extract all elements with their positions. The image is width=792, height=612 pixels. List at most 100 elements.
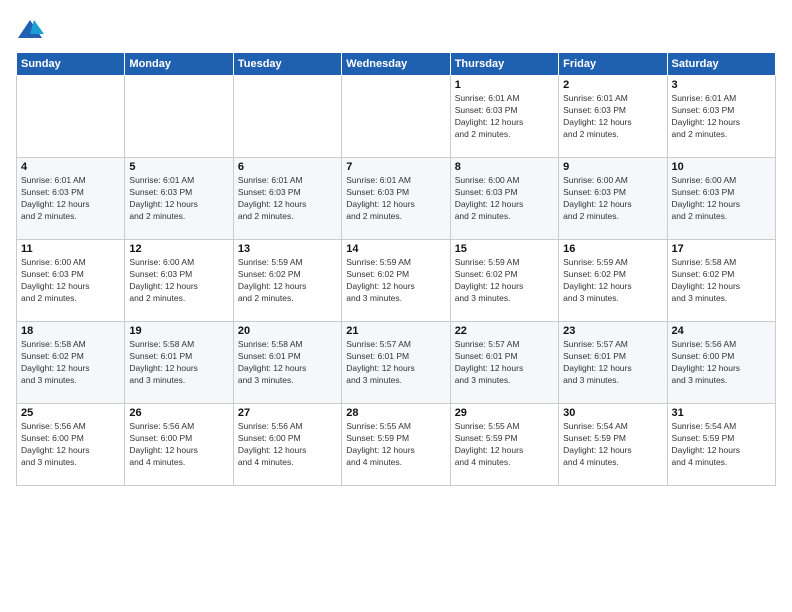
calendar-cell: 31Sunrise: 5:54 AMSunset: 5:59 PMDayligh… [667,404,775,486]
daylight-minutes: and 3 minutes. [238,375,337,387]
day-number: 29 [455,407,554,419]
daylight-label: Daylight: 12 hours [563,199,662,211]
sunrise-text: Sunrise: 6:01 AM [672,93,771,105]
sunset-text: Sunset: 6:00 PM [129,433,228,445]
daylight-minutes: and 2 minutes. [21,293,120,305]
sunrise-text: Sunrise: 5:55 AM [346,421,445,433]
sunset-text: Sunset: 6:02 PM [346,269,445,281]
weekday-header: Wednesday [342,53,450,76]
day-number: 15 [455,243,554,255]
sunset-text: Sunset: 6:00 PM [238,433,337,445]
calendar-cell: 1Sunrise: 6:01 AMSunset: 6:03 PMDaylight… [450,76,558,158]
daylight-minutes: and 2 minutes. [455,129,554,141]
sunrise-text: Sunrise: 6:00 AM [455,175,554,187]
day-number: 22 [455,325,554,337]
calendar-cell: 6Sunrise: 6:01 AMSunset: 6:03 PMDaylight… [233,158,341,240]
daylight-minutes: and 2 minutes. [129,211,228,223]
sunset-text: Sunset: 6:03 PM [346,187,445,199]
weekday-header: Monday [125,53,233,76]
sunrise-text: Sunrise: 6:00 AM [129,257,228,269]
daylight-minutes: and 3 minutes. [563,293,662,305]
cell-info: Sunrise: 5:59 AMSunset: 6:02 PMDaylight:… [238,257,337,305]
calendar-cell: 29 Sunrise: 5:55 AMSunset: 5:59 PMDayligh… [450,404,558,486]
sunrise-text: Sunrise: 6:01 AM [129,175,228,187]
weekday-header: Sunday [17,53,125,76]
daylight-label: Daylight: 12 hours [672,281,771,293]
daylight-label: Daylight: 12 hours [672,199,771,211]
calendar-cell [17,76,125,158]
day-number: 24 [672,325,771,337]
day-number: 1 [455,79,554,91]
cell-info: Sunrise: 5:58 AMSunset: 6:01 PMDaylight:… [129,339,228,387]
calendar-week-row: 18Sunrise: 5:58 AMSunset: 6:02 PMDayligh… [17,322,776,404]
sunset-text: Sunset: 6:02 PM [21,351,120,363]
day-number: 18 [21,325,120,337]
daylight-minutes: and 2 minutes. [129,293,228,305]
daylight-minutes: and 2 minutes. [563,211,662,223]
daylight-label: Daylight: 12 hours [21,445,120,457]
daylight-minutes: and 2 minutes. [346,211,445,223]
sunset-text: Sunset: 6:02 PM [238,269,337,281]
sunrise-text: Sunrise: 5:58 AM [238,339,337,351]
sunrise-text: Sunrise: 6:01 AM [455,93,554,105]
sunrise-text: Sunrise: 5:58 AM [129,339,228,351]
sunrise-text: Sunrise: 5:55 AM [455,421,554,433]
sunset-text: Sunset: 6:02 PM [672,269,771,281]
sunset-text: Sunset: 6:01 PM [455,351,554,363]
daylight-label: Daylight: 12 hours [129,445,228,457]
sunset-text: Sunset: 6:03 PM [21,269,120,281]
cell-info: Sunrise: 5:54 AMSunset: 5:59 PMDaylight:… [563,421,662,469]
day-number: 26 [129,407,228,419]
daylight-minutes: and 3 minutes. [455,375,554,387]
cell-info: Sunrise: 5:59 AMSunset: 6:02 PMDaylight:… [346,257,445,305]
sunrise-text: Sunrise: 5:59 AM [238,257,337,269]
daylight-minutes: and 2 minutes. [238,293,337,305]
daylight-label: Daylight: 12 hours [563,445,662,457]
daylight-label: Daylight: 12 hours [672,445,771,457]
sunset-text: Sunset: 6:02 PM [455,269,554,281]
cell-info: Sunrise: 5:55 AMSunset: 5:59 PMDaylight:… [455,421,554,469]
sunset-text: Sunset: 6:01 PM [129,351,228,363]
sunset-text: Sunset: 5:59 PM [455,433,554,445]
day-number: 23 [563,325,662,337]
day-number: 27 [238,407,337,419]
daylight-label: Daylight: 12 hours [563,117,662,129]
calendar-cell: 16Sunrise: 5:59 AMSunset: 6:02 PMDayligh… [559,240,667,322]
cell-info: Sunrise: 5:58 AMSunset: 6:02 PMDaylight:… [21,339,120,387]
sunrise-text: Sunrise: 6:01 AM [238,175,337,187]
daylight-label: Daylight: 12 hours [238,445,337,457]
sunset-text: Sunset: 6:03 PM [672,187,771,199]
daylight-minutes: and 2 minutes. [672,211,771,223]
sunset-text: Sunset: 6:03 PM [455,187,554,199]
logo [16,16,48,44]
cell-info: Sunrise: 5:56 AMSunset: 6:00 PMDaylight:… [672,339,771,387]
logo-icon [16,16,44,44]
calendar-cell: 28Sunrise: 5:55 AMSunset: 5:59 PMDayligh… [342,404,450,486]
cell-info: Sunrise: 6:00 AMSunset: 6:03 PMDaylight:… [455,175,554,223]
cell-info: Sunrise: 6:01 AMSunset: 6:03 PMDaylight:… [672,93,771,141]
daylight-minutes: and 2 minutes. [672,129,771,141]
calendar-week-row: 25Sunrise: 5:56 AMSunset: 6:00 PMDayligh… [17,404,776,486]
sunset-text: Sunset: 6:03 PM [563,105,662,117]
calendar-cell: 17Sunrise: 5:58 AMSunset: 6:02 PMDayligh… [667,240,775,322]
day-number: 7 [346,161,445,173]
calendar-week-row: 1Sunrise: 6:01 AMSunset: 6:03 PMDaylight… [17,76,776,158]
daylight-minutes: and 4 minutes. [346,457,445,469]
calendar-cell: 24 Sunrise: 5:56 AMSunset: 6:00 PMDayligh… [667,322,775,404]
daylight-label: Daylight: 12 hours [21,363,120,375]
sunset-text: Sunset: 6:00 PM [672,351,771,363]
sunrise-text: Sunrise: 6:01 AM [21,175,120,187]
calendar-cell: 7Sunrise: 6:01 AMSunset: 6:03 PMDaylight… [342,158,450,240]
day-number: 20 [238,325,337,337]
cell-info: Sunrise: 5:56 AMSunset: 6:00 PMDaylight:… [129,421,228,469]
sunset-text: Sunset: 6:03 PM [129,269,228,281]
sunset-text: Sunset: 5:59 PM [672,433,771,445]
calendar-cell: 15 Sunrise: 5:59 AMSunset: 6:02 PMDayligh… [450,240,558,322]
cell-info: Sunrise: 5:58 AMSunset: 6:01 PMDaylight:… [238,339,337,387]
daylight-minutes: and 4 minutes. [563,457,662,469]
day-number: 2 [563,79,662,91]
cell-info: Sunrise: 5:59 AMSunset: 6:02 PMDaylight:… [455,257,554,305]
cell-info: Sunrise: 6:01 AMSunset: 6:03 PMDaylight:… [563,93,662,141]
sunset-text: Sunset: 6:03 PM [129,187,228,199]
day-number: 13 [238,243,337,255]
